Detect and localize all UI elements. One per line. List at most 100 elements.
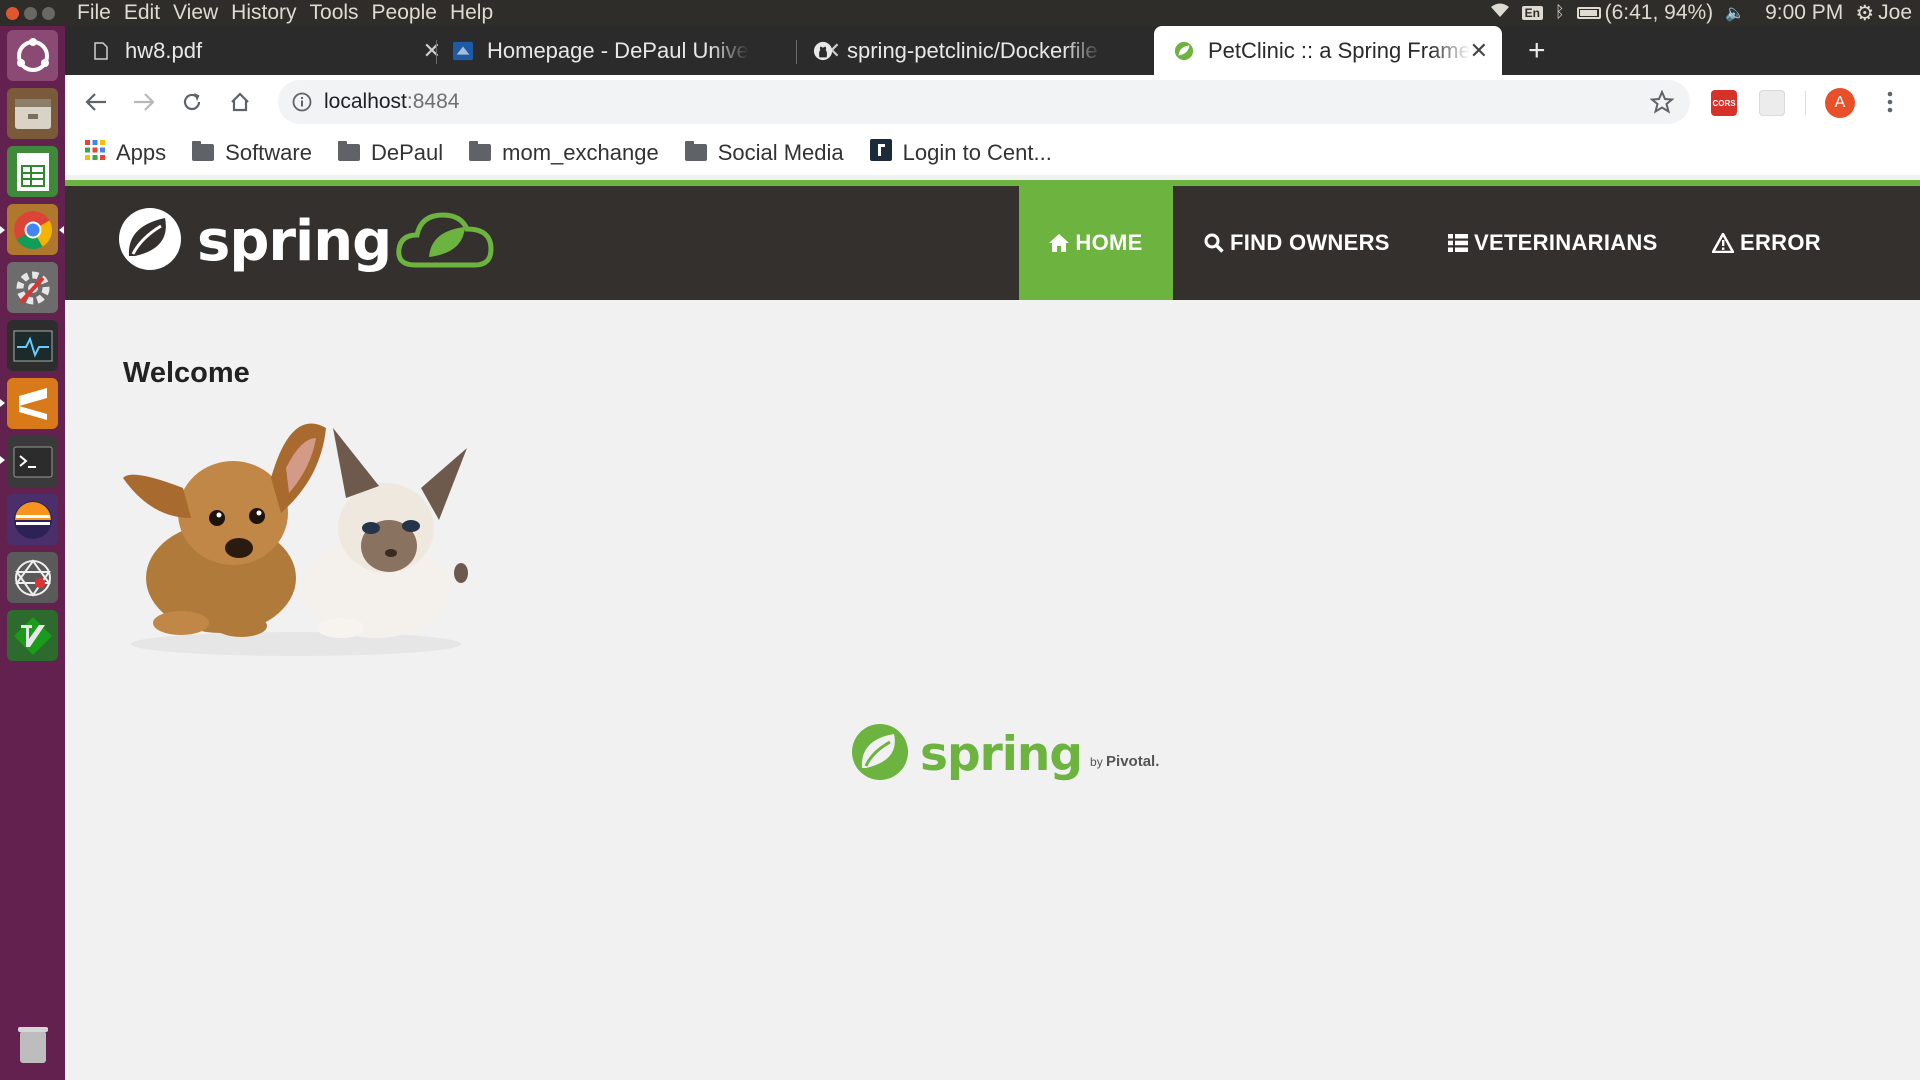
footer-brand-text: spring [920, 727, 1083, 782]
home-button[interactable] [223, 85, 257, 119]
toolbar-divider [1805, 91, 1806, 115]
window-minimize-button[interactable] [24, 6, 37, 20]
tab-title: Homepage - DePaul University [487, 37, 749, 63]
eclipse-icon[interactable] [7, 494, 58, 545]
nav-find-owners[interactable]: FIND OWNERS [1204, 186, 1390, 300]
warning-icon [1712, 233, 1734, 253]
url-host: localhost [324, 90, 407, 113]
bookmark-folder-social-media[interactable]: Social Media [684, 140, 844, 166]
reload-button[interactable] [175, 85, 209, 119]
vim-icon[interactable] [7, 610, 58, 661]
bookmark-star-icon[interactable] [1650, 90, 1674, 114]
home-icon [1049, 234, 1070, 252]
wifi-icon[interactable] [1490, 1, 1510, 25]
extension-icon[interactable] [1759, 90, 1785, 116]
site-info-icon[interactable] [292, 92, 312, 112]
site-navbar: spring HOME FIND OWNERS VETERINARIANS ER… [65, 186, 1920, 300]
zap-spider-icon[interactable] [7, 552, 58, 603]
back-button[interactable] [79, 85, 113, 119]
nav-label: FIND OWNERS [1230, 230, 1390, 255]
github-icon [813, 41, 833, 61]
tab-separator [436, 40, 437, 64]
bookmark-folder-depaul[interactable]: DePaul [337, 140, 443, 166]
menu-help[interactable]: Help [450, 1, 493, 25]
window-close-button[interactable] [6, 6, 19, 20]
clock[interactable]: 9:00 PM [1765, 1, 1843, 25]
bluetooth-icon[interactable]: ᛒ [1555, 4, 1565, 22]
cloud-leaf-icon [395, 205, 495, 278]
tab-depaul-homepage[interactable]: Homepage - DePaul University ✕ [453, 26, 855, 75]
system-top-panel: File Edit View History Tools People Help… [0, 0, 1920, 26]
menu-people[interactable]: People [372, 1, 437, 25]
files-icon[interactable] [7, 88, 58, 139]
kitten-illustration [301, 428, 468, 638]
launcher-active-indicator [0, 226, 5, 234]
tab-title: PetClinic :: a Spring Framework demonstr… [1208, 37, 1470, 63]
menu-tools[interactable]: Tools [310, 1, 359, 25]
chrome-icon[interactable] [7, 204, 58, 255]
apps-grid-icon [85, 139, 105, 166]
folder-icon [684, 141, 707, 161]
bookmark-login-to-cent[interactable]: Login to Cent... [869, 138, 1052, 167]
page-title: Welcome [123, 357, 250, 389]
folder-icon [192, 141, 215, 161]
gear-icon: ⚙ [1855, 1, 1875, 25]
bookmark-label: Apps [116, 139, 167, 165]
menu-view[interactable]: View [173, 1, 218, 25]
ubuntu-launcher [0, 26, 65, 1080]
trash-icon[interactable] [7, 1018, 58, 1069]
site-favicon [869, 138, 892, 167]
battery-indicator[interactable]: (6:41, 94%) [1576, 1, 1714, 25]
chrome-menu-button[interactable] [1873, 85, 1907, 119]
cors-extension-icon[interactable]: CORS [1711, 90, 1737, 116]
system-monitor-icon[interactable] [7, 320, 58, 371]
tab-petclinic[interactable]: PetClinic :: a Spring Framework demonstr… [1154, 26, 1502, 75]
address-bar[interactable]: localhost :8484 [278, 80, 1690, 124]
window-maximize-button[interactable] [42, 6, 55, 20]
pets-image [121, 408, 475, 658]
tab-title: hw8.pdf [125, 37, 203, 63]
tab-close-icon[interactable]: ✕ [423, 38, 441, 64]
folder-icon [469, 141, 492, 161]
nav-home[interactable]: HOME [1019, 186, 1173, 300]
session-menu[interactable]: ⚙ Joe [1855, 1, 1912, 26]
tab-separator [796, 40, 797, 64]
bookmark-folder-software[interactable]: Software [192, 140, 312, 166]
tab-github-dockerfile[interactable]: spring-petclinic/Dockerfile ✕ [813, 26, 1199, 75]
forward-button[interactable] [127, 85, 161, 119]
nav-error[interactable]: ERROR [1712, 186, 1821, 300]
terminal-icon[interactable] [7, 436, 58, 487]
menu-edit[interactable]: Edit [124, 1, 160, 25]
bookmark-folder-mom-exchange[interactable]: mom_exchange [469, 140, 659, 166]
spring-petclinic-logo[interactable]: spring [115, 204, 495, 279]
launcher-running-indicator [0, 456, 5, 464]
bookmark-label: Software [225, 139, 312, 165]
list-icon [1448, 234, 1468, 252]
battery-text: (6:41, 94%) [1604, 1, 1714, 24]
profile-avatar[interactable]: A [1825, 88, 1855, 118]
keyboard-layout-indicator[interactable]: En [1521, 6, 1543, 20]
tab-close-icon[interactable]: ✕ [1470, 38, 1488, 64]
libreoffice-calc-icon[interactable] [7, 146, 58, 197]
bookmark-apps[interactable]: Apps [85, 139, 167, 166]
spring-logo-icon [850, 722, 910, 787]
nav-veterinarians[interactable]: VETERINARIANS [1448, 186, 1658, 300]
bookmarks-bar: Apps Software DePaul mom_exchange Social… [65, 130, 1920, 175]
folder-icon [337, 141, 360, 161]
menu-file[interactable]: File [77, 1, 111, 25]
system-settings-icon[interactable] [7, 262, 58, 313]
web-page: spring HOME FIND OWNERS VETERINARIANS ER… [65, 175, 1920, 1080]
cors-label: CORS [1712, 98, 1736, 108]
bookmark-label: mom_exchange [502, 139, 659, 165]
profile-initial: A [1834, 94, 1846, 111]
file-icon [91, 41, 111, 61]
tab-hw8-pdf[interactable]: hw8.pdf ✕ [91, 26, 455, 75]
app-menu-bar: File Edit View History Tools People Help [77, 1, 493, 25]
sublime-text-icon[interactable] [7, 378, 58, 429]
browser-toolbar: localhost :8484 CORS A [65, 75, 1920, 130]
menu-history[interactable]: History [231, 1, 296, 25]
dash-home-icon[interactable] [7, 30, 58, 81]
volume-muted-icon[interactable]: 🔈 [1725, 3, 1745, 23]
new-tab-button[interactable]: + [1528, 34, 1546, 68]
battery-icon [1576, 7, 1601, 19]
